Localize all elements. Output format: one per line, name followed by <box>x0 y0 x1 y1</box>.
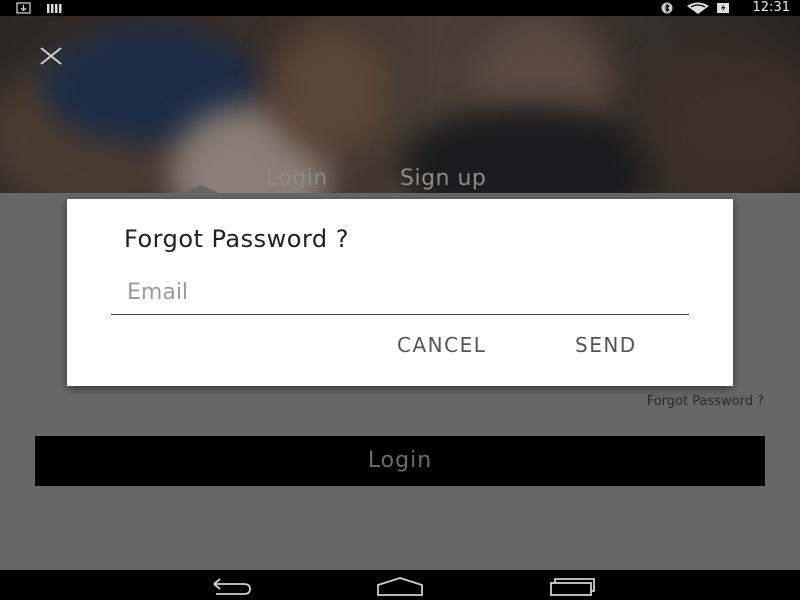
send-button[interactable]: SEND <box>575 333 637 357</box>
wifi-icon <box>687 2 709 14</box>
close-icon[interactable] <box>36 42 66 72</box>
dialog-title: Forgot Password ? <box>124 225 350 253</box>
recents-icon[interactable] <box>547 575 597 597</box>
status-bar: 12:31 <box>0 0 800 16</box>
auth-tabs: Login Sign up <box>0 166 800 193</box>
tab-login[interactable]: Login <box>266 166 328 191</box>
cancel-button[interactable]: CANCEL <box>397 333 486 357</box>
download-icon <box>16 2 31 14</box>
bluetooth-icon <box>661 2 673 14</box>
home-icon[interactable] <box>375 575 425 597</box>
back-icon[interactable] <box>204 575 254 597</box>
tab-indicator <box>183 185 219 193</box>
forgot-password-link[interactable]: Forgot Password ? <box>647 394 764 409</box>
login-button[interactable]: Login <box>35 436 765 486</box>
email-field[interactable] <box>111 271 689 315</box>
forgot-password-dialog: Forgot Password ? CANCEL SEND <box>67 199 733 386</box>
battery-icon <box>717 3 729 13</box>
status-time: 12:31 <box>752 0 790 15</box>
tab-sign-up[interactable]: Sign up <box>400 166 486 191</box>
nav-bar <box>0 570 800 600</box>
bars-icon <box>47 4 62 13</box>
header-image: Login Sign up <box>0 16 800 193</box>
